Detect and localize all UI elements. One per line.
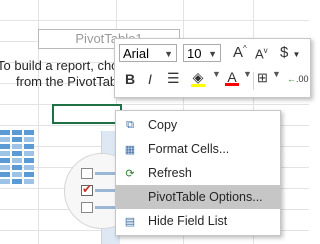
font-name-box[interactable]: Arial ▼ [119, 44, 177, 62]
borders-button[interactable]: ⊞ [257, 70, 268, 86]
italic-button[interactable]: I [148, 71, 152, 87]
copy-icon: ⧉ [126, 118, 134, 131]
font-name-value: Arial [123, 46, 150, 61]
mini-toolbar: Arial ▼ 10 ▼ A^ Av $ ▼ B I ☰ ◈ ▼ A ▼ ⊞ ▼… [114, 38, 311, 98]
context-menu: ⧉ Copy ▦ Format Cells... ⟳ Refresh Pivot… [115, 110, 281, 236]
increase-font-button[interactable]: A^ [233, 44, 247, 61]
pivot-placeholder-table-illustration [0, 130, 34, 186]
checkbox-icon [81, 202, 93, 213]
menu-item-label: Format Cells... [148, 142, 230, 156]
menu-item-label: Hide Field List [148, 214, 228, 228]
decrease-font-button[interactable]: Av [255, 46, 268, 61]
menu-item-label: PivotTable Options... [148, 190, 263, 204]
font-size-value: 10 [187, 46, 202, 61]
chevron-down-icon: ▼ [208, 49, 217, 59]
menu-item-refresh[interactable]: ⟳ Refresh [116, 161, 280, 185]
menu-item-label: Copy [148, 118, 178, 132]
format-cells-icon: ▦ [124, 143, 136, 156]
pivot-hint-line-2: from the PivotTable [16, 74, 128, 89]
chevron-down-icon[interactable]: ▼ [212, 69, 221, 79]
menu-item-format-cells[interactable]: ▦ Format Cells... [116, 137, 280, 161]
chevron-down-icon[interactable]: ▼ [272, 69, 281, 79]
menu-item-copy[interactable]: ⧉ Copy [116, 113, 280, 137]
increase-decimal-button[interactable]: ←.00 [287, 74, 309, 84]
align-center-icon[interactable]: ☰ [167, 70, 180, 87]
font-color-button[interactable]: A [225, 69, 239, 86]
fill-color-button[interactable]: ◈ [191, 69, 205, 87]
menu-item-label: Refresh [148, 166, 192, 180]
checkbox-icon [81, 168, 93, 179]
menu-item-hide-field-list[interactable]: ▤ Hide Field List [116, 209, 280, 233]
menu-item-pivottable-options[interactable]: PivotTable Options... [116, 185, 280, 209]
field-list-icon: ▤ [124, 215, 136, 228]
refresh-icon: ⟳ [125, 167, 135, 180]
paint-bucket-icon: ◈ [192, 69, 204, 85]
accounting-format-button[interactable]: $ ▼ [280, 44, 300, 61]
pivot-hint-line-1: To build a report, cho [0, 58, 119, 73]
chevron-down-icon: ▼ [164, 49, 173, 59]
font-size-box[interactable]: 10 ▼ [183, 44, 221, 62]
selected-cell[interactable] [52, 104, 122, 124]
chevron-down-icon[interactable]: ▼ [243, 69, 252, 79]
bold-button[interactable]: B [125, 71, 135, 87]
